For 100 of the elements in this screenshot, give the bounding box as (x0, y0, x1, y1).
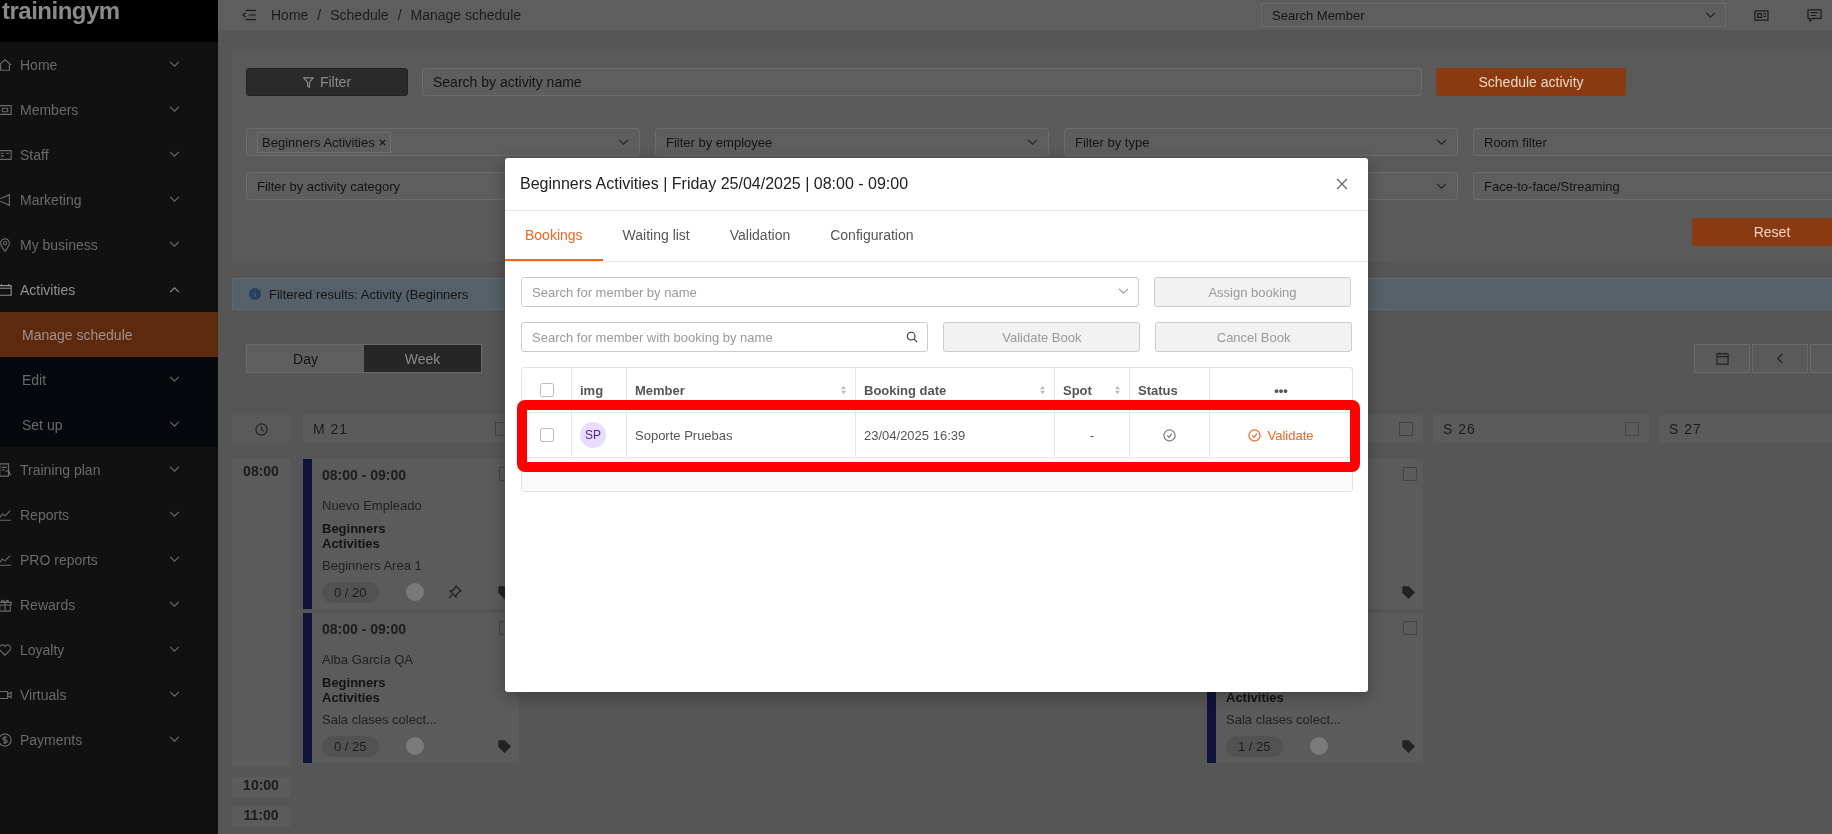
breadcrumb-separator: / (317, 7, 322, 23)
time-label: 08:00 (243, 463, 279, 481)
search-icon[interactable] (906, 331, 919, 343)
column-header[interactable]: Spot (1063, 382, 1092, 398)
chevron-icon (169, 286, 180, 293)
event-activity: Activities (1226, 690, 1284, 705)
tag-icon (1402, 585, 1415, 599)
filter-icon (302, 76, 314, 88)
previous-button[interactable] (1752, 344, 1808, 373)
filter-button[interactable]: Filter (246, 68, 408, 96)
sidebar-subitem[interactable]: Set up (0, 402, 218, 447)
row-checkbox[interactable] (539, 428, 554, 442)
filter-select[interactable]: Filter by type (1064, 128, 1458, 156)
heart-icon (0, 642, 12, 657)
avatar-circle (406, 583, 424, 601)
sidebar-item[interactable]: Members (0, 87, 218, 132)
sidebar-item[interactable]: Loyalty (0, 627, 218, 672)
event-activity: Beginners Activities (322, 521, 387, 551)
chevron-icon (169, 691, 180, 698)
breadcrumb-link[interactable]: Home (271, 7, 309, 23)
filter-select[interactable]: Face-to-face/Streaming (1473, 172, 1832, 200)
sidebar-item[interactable]: Virtuals (0, 672, 218, 717)
sidebar-item[interactable]: Staff (0, 132, 218, 177)
chevron-icon (1436, 138, 1447, 146)
schedule-activity-button[interactable]: Schedule activity (1436, 68, 1626, 96)
filter-chip[interactable]: Beginners Activities (257, 131, 391, 153)
time-label: 11:00 (243, 807, 279, 825)
column-header[interactable]: Booking date (864, 382, 947, 398)
calendar-button[interactable] (1694, 344, 1750, 373)
table-cell: Soporte Pruebas (635, 427, 733, 443)
event-instructor: Alba García QA (322, 651, 414, 667)
event-activity: Beginners Activities (322, 675, 387, 705)
avatar-circle (406, 737, 424, 755)
filter-select[interactable]: Filter by employee (655, 128, 1049, 156)
id-card-icon (0, 102, 12, 117)
breadcrumb-separator: / (397, 7, 402, 23)
avatar-circle (1310, 737, 1328, 755)
chevron-icon (169, 151, 180, 158)
sidebar-item[interactable]: Training plan (0, 447, 218, 492)
dialog-tab[interactable]: Bookings (505, 211, 603, 261)
sidebar-item[interactable]: Activities (0, 267, 218, 312)
sidebar-item[interactable]: Marketing (0, 177, 218, 222)
dollar-icon (0, 732, 12, 747)
chevron-icon (169, 466, 180, 473)
filter-select[interactable]: Room filter (1473, 128, 1832, 156)
dialog-tab[interactable]: Configuration (810, 211, 934, 261)
chart-icon (0, 507, 12, 522)
activity-select[interactable]: Beginners Activities (246, 128, 640, 156)
table-cell: 23/04/2025 16:39 (864, 427, 966, 443)
booking-search-field[interactable]: Search for member with booking by name (521, 322, 929, 352)
validate-link[interactable]: Validate (1248, 427, 1314, 443)
dialog-tab[interactable]: Validation (709, 211, 811, 261)
menu-icon[interactable] (242, 9, 257, 21)
sidebar-item[interactable]: Rewards (0, 582, 218, 627)
chevron-icon[interactable] (1705, 12, 1716, 19)
chevron-icon (169, 241, 180, 248)
sort-icon[interactable] (1114, 385, 1121, 395)
close-icon[interactable] (378, 138, 386, 146)
day-label: M 21 (313, 421, 349, 437)
home-icon (0, 57, 12, 72)
activity-search-field[interactable]: Search by activity name (422, 68, 1422, 96)
chevron-icon[interactable] (1118, 288, 1129, 295)
column-header: img (580, 382, 604, 398)
chevron-icon (169, 736, 180, 743)
chevron-icon (169, 196, 180, 203)
sidebar-subitem[interactable]: Manage schedule (0, 312, 218, 357)
sort-icon[interactable] (840, 385, 847, 395)
day-label: S 27 (1669, 421, 1702, 437)
chat-icon[interactable] (1807, 8, 1822, 22)
dialog-tab[interactable]: Waiting list (602, 211, 710, 261)
gift-icon (0, 597, 12, 612)
view-toggle-button[interactable]: Week (364, 345, 481, 372)
clock-icon (254, 422, 268, 436)
time-label: 10:00 (243, 777, 279, 795)
sidebar-item[interactable]: Home (0, 42, 218, 87)
event-room: Sala clases colect... (322, 711, 437, 727)
sidebar-item[interactable]: Payments (0, 717, 218, 762)
id-card-icon[interactable] (1754, 8, 1769, 22)
event-instructor: Nuevo Empleado (322, 497, 422, 513)
sidebar-item[interactable]: PRO reports (0, 537, 218, 582)
column-header: Status (1138, 382, 1178, 398)
sidebar-subitem[interactable]: Edit (0, 357, 218, 402)
chevron-icon (169, 556, 180, 563)
chevron-icon (169, 601, 180, 608)
sort-icon[interactable] (1039, 385, 1046, 395)
reset-button[interactable]: Reset (1692, 218, 1832, 246)
tag-icon (498, 739, 511, 753)
chevron-icon (169, 646, 180, 653)
avatar-initials: SP (580, 422, 606, 448)
close-icon[interactable] (1336, 178, 1348, 190)
view-toggle-button[interactable]: Day (247, 345, 364, 372)
event-time: 08:00 - 09:00 (322, 467, 407, 483)
day-label: S 26 (1443, 421, 1476, 437)
member-search-field[interactable]: Search Member (1261, 3, 1726, 27)
select-all-checkbox[interactable] (539, 383, 554, 397)
breadcrumb-link[interactable]: Schedule (330, 7, 389, 23)
column-header[interactable]: Member (635, 382, 685, 398)
sidebar-item[interactable]: Reports (0, 492, 218, 537)
sidebar-item[interactable]: My business (0, 222, 218, 267)
chevron-icon (169, 61, 180, 68)
